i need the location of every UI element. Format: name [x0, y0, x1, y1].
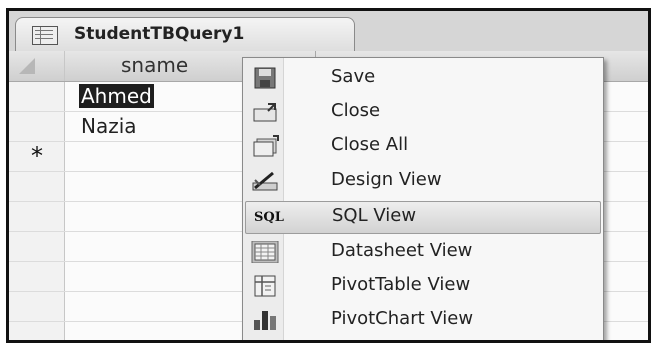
- access-window: StudentTBQuery1 sname Ahmed Nazia * Save…: [6, 8, 651, 343]
- row-gutter: [9, 202, 65, 231]
- sname-cell[interactable]: Ahmed: [79, 84, 154, 108]
- menu-item-pivotchart-view[interactable]: PivotChart View: [245, 304, 601, 337]
- sql-icon-text: SQL: [254, 210, 284, 225]
- document-tab-strip: StudentTBQuery1: [9, 11, 648, 52]
- new-record-marker: *: [31, 142, 43, 170]
- menu-item-label: Design View: [331, 169, 442, 190]
- pivotchart-icon: [254, 311, 276, 330]
- row-gutter: [9, 292, 65, 321]
- sname-cell[interactable]: Nazia: [81, 114, 137, 138]
- menu-item-label: PivotTable View: [331, 274, 471, 295]
- menu-item-design-view[interactable]: Design View: [245, 165, 601, 198]
- menu-item-save[interactable]: Save: [245, 62, 601, 95]
- menu-item-label: Datasheet View: [331, 240, 473, 261]
- menu-item-label: Close: [331, 100, 381, 121]
- row-gutter: [9, 172, 65, 201]
- save-icon: [254, 67, 276, 89]
- row-gutter: [9, 322, 65, 340]
- menu-item-close-all[interactable]: Close All: [245, 130, 601, 163]
- menu-item-close[interactable]: Close: [245, 96, 601, 129]
- menu-item-label: Save: [331, 66, 376, 87]
- menu-item-pivottable-view[interactable]: PivotTable View: [245, 270, 601, 303]
- menu-item-sql-view[interactable]: SQL SQL View: [245, 201, 601, 234]
- menu-item-label: Close All: [331, 134, 409, 155]
- menu-item-datasheet-view[interactable]: Datasheet View: [245, 236, 601, 269]
- close-all-icon: [253, 135, 279, 157]
- row-gutter: [9, 232, 65, 261]
- column-header-label: sname: [121, 53, 189, 77]
- design-view-icon: [252, 171, 278, 191]
- menu-item-label: PivotChart View: [331, 308, 474, 329]
- close-icon: [253, 103, 277, 122]
- pivottable-icon: [254, 275, 276, 297]
- row-gutter: [9, 262, 65, 291]
- datasheet-icon: [251, 241, 279, 263]
- sql-icon: SQL: [252, 207, 284, 229]
- record-selector[interactable]: *: [9, 142, 65, 171]
- query-tab[interactable]: StudentTBQuery1: [15, 17, 355, 51]
- tab-title: StudentTBQuery1: [74, 24, 245, 44]
- record-selector[interactable]: [9, 112, 65, 141]
- select-all-icon: [19, 58, 35, 74]
- select-all-corner[interactable]: [9, 51, 65, 81]
- menu-item-label: SQL View: [332, 205, 417, 226]
- tab-context-menu: Save Close Close All Design View SQL SQL…: [242, 57, 604, 340]
- record-selector[interactable]: [9, 82, 65, 111]
- query-datasheet-icon: [32, 26, 58, 45]
